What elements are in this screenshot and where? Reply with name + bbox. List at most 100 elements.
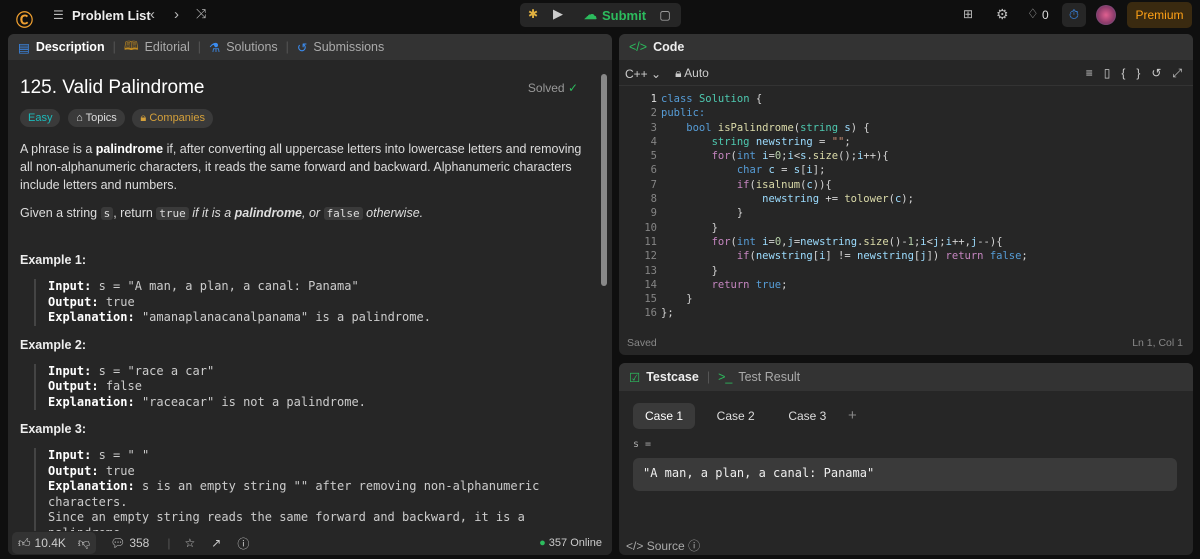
submit-button[interactable]: ☁ Submit [576,3,654,27]
code-header: </> Code [619,34,1193,60]
code-line[interactable]: 10 } [619,221,1193,235]
code-icon: </> [629,40,648,54]
code-token: ) { [850,121,870,134]
add-case-icon[interactable]: + [848,407,857,424]
code-token: ; [1021,250,1028,263]
code-line[interactable]: 16}; [619,306,1193,320]
code-token: string [661,135,756,148]
testcase-input[interactable]: "A man, a plan, a canal: Panama" [633,458,1177,491]
variable-label: s = [633,439,652,450]
comment-count[interactable]: 358 [129,536,149,550]
code-token: ()- [888,235,908,248]
prev-problem-icon[interactable]: ‹ [150,6,155,23]
like-button[interactable]: 👍︎ 10.4K 👎︎ [12,532,97,554]
line-number: 9 [650,207,657,220]
code-line[interactable]: 3 bool isPalindrome(string s) { [619,121,1193,135]
tab-submissions[interactable]: Submissions [313,40,384,54]
problem-list-link[interactable]: Problem List [72,8,151,23]
help-icon[interactable]: ⓘ [237,535,249,552]
comment-icon[interactable]: 💬︎ [110,536,125,550]
auto-mode[interactable]: 🔒︎ Auto [675,66,709,81]
code-line[interactable]: 5 for(int i=0;i<s.size();i++){ [619,149,1193,163]
case-2-tab[interactable]: Case 2 [705,403,767,429]
code-token: string [800,121,845,134]
scrollbar[interactable] [599,64,609,530]
code-token: return [945,250,990,263]
save-status: Saved [627,337,657,349]
case-1-tab[interactable]: Case 1 [633,403,696,429]
share-icon[interactable]: ↗ [211,536,221,550]
description-icon: ▤ [18,40,30,55]
code-line[interactable]: 1 class Solution { [619,92,1193,106]
code-line[interactable]: 12 if(newstring[i] != newstring[j]) retu… [619,249,1193,263]
line-number: 11 [644,235,657,248]
code-token: = [812,135,832,148]
expand-icon[interactable]: ⤢ [1172,66,1193,80]
next-problem-icon[interactable]: › [174,6,179,23]
thumbs-down-icon[interactable]: 👎︎ [78,536,90,551]
avatar[interactable] [1096,5,1116,25]
code-token: ; [844,135,851,148]
code-line[interactable]: 6 char c = s[i]; [619,163,1193,177]
description-tabs: ▤ Description | 🕮 Editorial | ⚗ Solutions |… [8,34,612,60]
language-select[interactable]: C++ ⌄ [625,67,661,81]
code-line[interactable]: 8 newstring += tolower(c); [619,192,1193,206]
example-3-title: Example 3: [20,422,87,436]
code-line[interactable]: 2 public: [619,106,1193,120]
example-3-explanation-continued: Since an empty string reads the same for… [48,510,525,531]
tab-solutions[interactable]: Solutions [226,40,277,54]
code-line[interactable]: 7 if(isalnum(c)){ [619,178,1193,192]
description-content: 125. Valid Palindrome Solved ✓ Easy ⌂ To… [8,60,596,531]
check-circle-icon: ✓ [567,81,578,95]
code-line[interactable]: 11 for(int i=0,j=newstring.size()-1;i<j;… [619,235,1193,249]
problem-statement: A phrase is a palindrome if, after conve… [20,142,582,192]
settings-gear-icon[interactable]: ⚙ [996,6,1009,23]
line-number: 8 [650,193,657,206]
code-token: ; [781,278,788,291]
code-line[interactable]: 4 string newstring = ""; [619,135,1193,149]
notes-button[interactable]: ▢ [653,3,677,27]
flask-icon: ⚗ [209,40,221,55]
tab-description[interactable]: Description [36,40,105,54]
timer-button[interactable]: ⏱ [1062,3,1086,27]
reset-icon[interactable]: ↺ [1151,66,1172,80]
code-line[interactable]: 13 } [619,264,1193,278]
code-token: size [863,235,889,248]
code-line[interactable]: 14 return true; [619,278,1193,292]
code-token: { [749,93,763,105]
difficulty-badge[interactable]: Easy [20,109,61,127]
line-number: 6 [650,164,657,177]
code-token: --){ [977,235,1003,248]
tab-editorial[interactable]: Editorial [145,40,190,54]
star-icon[interactable]: ☆ [184,536,195,550]
code-token: } [661,207,744,220]
tab-testcase[interactable]: Testcase [646,370,699,384]
companies-tag[interactable]: 🔒︎ Companies [132,109,213,128]
example-2-title: Example 2: [20,337,87,352]
bookmark-icon[interactable]: ▯ [1104,66,1122,80]
debug-icon[interactable]: ✱ [528,7,538,21]
code-editor[interactable]: 1 class Solution {2 public: 3 bool isPalind… [619,92,1193,321]
streak-flame-icon[interactable]: ♢ [1027,6,1039,22]
format-icon[interactable]: ≡ [1086,66,1104,80]
source-link[interactable]: </> Source ⓘ [626,537,700,554]
case-3-tab[interactable]: Case 3 [776,403,838,429]
code-token: } [661,293,693,306]
code-line[interactable]: 9 } [619,206,1193,220]
run-button[interactable]: ▶ [553,6,563,22]
line-number: 15 [644,293,657,306]
topics-tag[interactable]: ⌂ Topics [68,109,125,127]
shuffle-icon[interactable]: ⤨ [196,6,206,22]
premium-button[interactable]: Premium [1127,2,1192,28]
tab-test-result[interactable]: Test Result [738,370,800,384]
line-number: 10 [644,221,657,234]
scrollbar-thumb[interactable] [601,74,607,286]
tag-icon: ⌂ [76,112,83,124]
code-token: int [736,150,763,163]
braces-icon[interactable]: {} [1121,66,1151,80]
layout-icon[interactable]: ⊞ [963,7,973,21]
editor-tools: ≡▯{}↺⤢ [1086,66,1193,81]
code-line[interactable]: 15 } [619,292,1193,306]
leetcode-logo-icon[interactable]: Ⓒ [16,6,33,31]
code-token: char [661,164,769,177]
